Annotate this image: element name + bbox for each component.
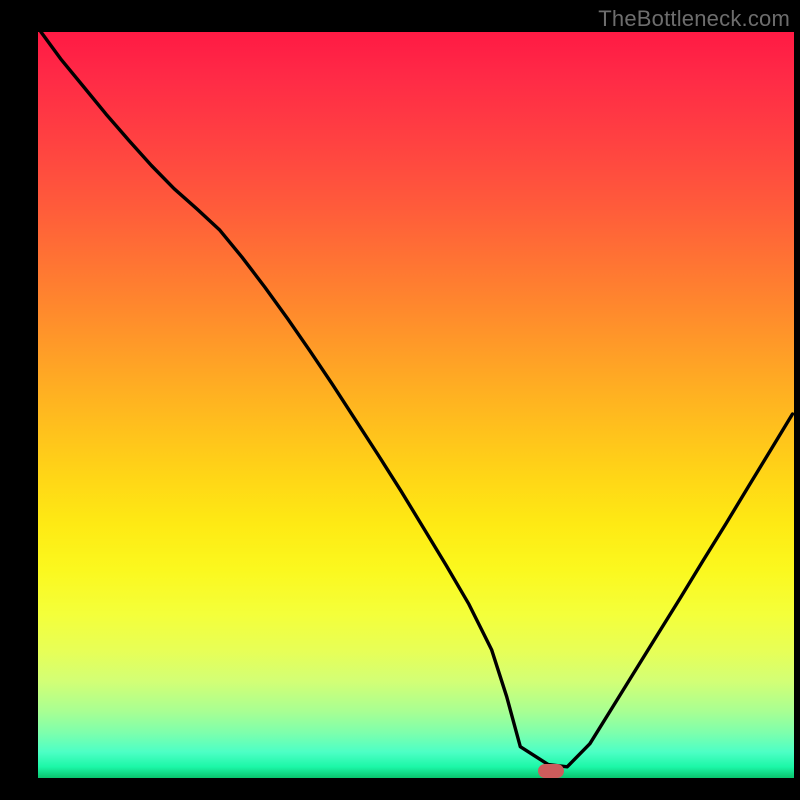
optimal-marker <box>538 764 564 778</box>
frame: TheBottleneck.com <box>0 0 800 800</box>
watermark-text: TheBottleneck.com <box>598 6 790 32</box>
bottleneck-curve <box>41 32 793 767</box>
curve-svg <box>38 32 794 778</box>
